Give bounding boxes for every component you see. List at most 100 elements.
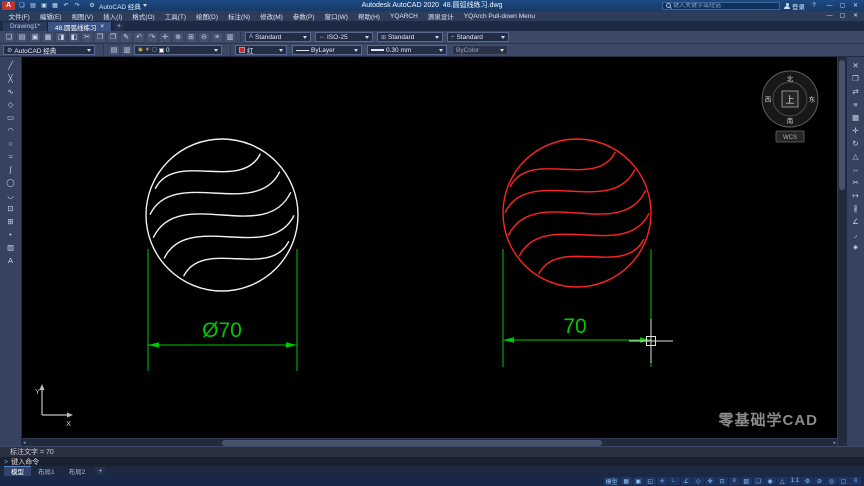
menu-item[interactable]: 绘图(D) (192, 11, 223, 21)
menu-item[interactable]: 源泉设计 (423, 11, 458, 21)
red-wave-pattern[interactable] (492, 139, 663, 287)
menu-item[interactable]: 参数(P) (288, 11, 319, 21)
autoscale-icon[interactable]: △ (776, 477, 788, 485)
minimize-button[interactable]: — (823, 1, 836, 10)
copy-clip-icon[interactable]: ❐ (94, 31, 106, 43)
redo-arrow-icon[interactable]: ↷ (146, 31, 158, 43)
cut-icon[interactable]: ✂ (81, 31, 93, 43)
ellipse-tool-icon[interactable]: ◯ (3, 176, 19, 189)
pan-icon[interactable]: ✛ (159, 31, 171, 43)
menu-item[interactable]: 编辑(E) (35, 11, 66, 21)
spline-tool-icon[interactable]: ∫ (3, 163, 19, 176)
doc-restore-button[interactable]: ▢ (836, 12, 849, 21)
color-select[interactable]: 红 (235, 45, 287, 55)
osnap-tracking-icon[interactable]: ✜ (704, 477, 716, 485)
circle-tool-icon[interactable]: ○ (3, 137, 19, 150)
break-tool-icon[interactable]: ∦ (848, 202, 864, 215)
menu-item[interactable]: 工具(T) (160, 11, 190, 21)
grid-icon[interactable]: ▦ (620, 477, 632, 485)
search-input[interactable] (673, 2, 776, 9)
ellipse-arc-tool-icon[interactable]: ◡ (3, 189, 19, 202)
diameter-dimension-left[interactable]: Ø70 (147, 249, 298, 371)
dim-style-select[interactable]: ↔ ISO-25 (315, 32, 373, 42)
vertical-scroll-thumb[interactable] (839, 60, 845, 190)
tab-layout1[interactable]: 布局1 (31, 466, 62, 476)
compass-west-label[interactable]: 西 (765, 96, 772, 104)
compass-north-label[interactable]: 北 (787, 75, 794, 83)
selection-cycling-icon[interactable]: ❏ (752, 477, 764, 485)
vertical-scrollbar[interactable] (837, 57, 846, 446)
menu-item[interactable]: 视图(V) (67, 11, 98, 21)
menu-item[interactable]: 帮助(H) (353, 11, 384, 21)
arc-tool-icon[interactable]: ◠ (3, 124, 19, 137)
osnap-icon[interactable]: ⊡ (716, 477, 728, 485)
transparency-icon[interactable]: ▨ (740, 477, 752, 485)
zoom-previous-icon[interactable]: ⊖ (198, 31, 210, 43)
menu-item[interactable]: 格式(O) (128, 11, 159, 21)
file-tab-drawing1[interactable]: Drawing1* (3, 22, 48, 31)
offset-tool-icon[interactable]: ≡ (848, 98, 864, 111)
linetype-select[interactable]: ByLayer (292, 45, 362, 55)
red-arc-drawing[interactable] (492, 138, 663, 288)
layer-select[interactable]: ◉ ☀ ▢ 0 (134, 45, 222, 55)
zoom-realtime-icon[interactable]: ⊕ (172, 31, 184, 43)
customize-icon[interactable]: ≡ (850, 477, 861, 485)
rectangle-tool-icon[interactable]: ▭ (3, 111, 19, 124)
explode-tool-icon[interactable]: ✷ (848, 241, 864, 254)
plot-icon[interactable]: ▦ (50, 1, 60, 10)
file-tab-current[interactable]: 48.圆弧线练习 × (48, 22, 113, 32)
workspace-dropdown[interactable]: ⚙ AutoCAD 经典 (84, 1, 150, 11)
doc-close-button[interactable]: ✕ (849, 12, 862, 21)
dynamic-input-icon[interactable]: ✛ (656, 477, 668, 485)
menu-item[interactable]: YQARCH (385, 13, 422, 20)
workspace-select[interactable]: ⚙ AutoCAD 经典 (3, 45, 95, 55)
menu-item[interactable]: 标注(N) (224, 11, 255, 21)
menu-item[interactable]: 窗口(W) (320, 11, 352, 21)
chamfer-tool-icon[interactable]: ∠ (848, 215, 864, 228)
restore-button[interactable]: ▢ (836, 1, 849, 10)
point-tool-icon[interactable]: • (3, 228, 19, 241)
clean-screen-icon[interactable]: ▢ (838, 477, 849, 485)
workspace-switching-icon[interactable]: ⚙ (802, 477, 813, 485)
plot-preview-icon[interactable]: ◨ (55, 31, 67, 43)
designcenter-icon[interactable]: ▥ (224, 31, 236, 43)
trim-tool-icon[interactable]: ✂ (848, 176, 864, 189)
polygon-tool-icon[interactable]: ◇ (3, 98, 19, 111)
text-style-select[interactable]: A Standard (245, 32, 311, 42)
compass-east-label[interactable]: 东 (809, 95, 816, 104)
redo-icon[interactable]: ↷ (72, 1, 82, 10)
match-properties-icon[interactable]: ✎ (120, 31, 132, 43)
fillet-tool-icon[interactable]: ◞ (848, 228, 864, 241)
doc-minimize-button[interactable]: — (823, 12, 836, 21)
undo-icon[interactable]: ↶ (61, 1, 71, 10)
navigation-compass[interactable]: 北 南 西 东 上 WCS (761, 70, 819, 143)
isodraft-icon[interactable]: ◇ (692, 477, 704, 485)
paste-icon[interactable]: ❒ (107, 31, 119, 43)
infer-constraints-icon[interactable]: ◱ (644, 477, 656, 485)
menu-item[interactable]: 修改(M) (256, 11, 288, 21)
compass-south-label[interactable]: 南 (787, 116, 794, 125)
plotstyle-select[interactable]: ByColor (452, 45, 508, 55)
lineweight-display-icon[interactable]: ≡ (728, 477, 740, 485)
snap-icon[interactable]: ▣ (632, 477, 644, 485)
scroll-right-icon[interactable]: ▸ (833, 440, 836, 446)
sign-in-button[interactable]: 登录 (784, 1, 805, 11)
rotate-tool-icon[interactable]: ↻ (848, 137, 864, 150)
tab-close-icon[interactable]: × (101, 24, 105, 30)
menu-item[interactable]: YQArch Pull-down Menu (459, 13, 539, 20)
new-layout-button[interactable]: + (95, 467, 106, 475)
menu-item[interactable]: 文件(F) (4, 11, 34, 21)
save-file-icon[interactable]: ▣ (29, 31, 41, 43)
white-wave-pattern[interactable] (137, 141, 308, 289)
annotation-visibility-icon[interactable]: ◉ (764, 477, 776, 485)
open-icon[interactable]: ▤ (16, 31, 28, 43)
make-block-tool-icon[interactable]: ⊞ (3, 215, 19, 228)
isolate-objects-icon[interactable]: ◎ (826, 477, 837, 485)
undo-arrow-icon[interactable]: ↶ (133, 31, 145, 43)
erase-tool-icon[interactable]: ✕ (848, 59, 864, 72)
extend-tool-icon[interactable]: ↦ (848, 189, 864, 202)
copy-tool-icon[interactable]: ❐ (848, 72, 864, 85)
mtext-tool-icon[interactable]: A (3, 254, 19, 267)
table-style-select[interactable]: ⊞ Standard (377, 32, 443, 42)
revision-cloud-tool-icon[interactable]: ≈ (3, 150, 19, 163)
